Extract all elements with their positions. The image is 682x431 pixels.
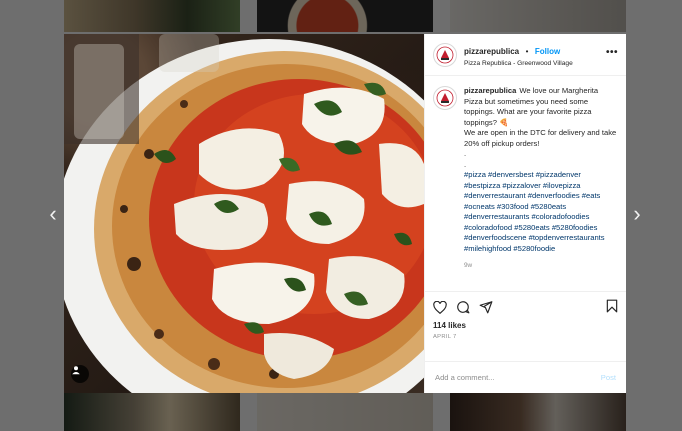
caption-username-link[interactable]: pizzarepublica [464, 86, 516, 95]
grid-thumbnail [450, 393, 626, 431]
post-sidebar: pizzarepublica • Follow Pizza Republica … [424, 34, 626, 393]
location-link[interactable]: Pizza Republica - Greenwood Village [464, 60, 573, 68]
comment-input[interactable] [435, 373, 601, 382]
avatar[interactable] [433, 42, 457, 67]
action-bar: 114 likes APRIL 7 [425, 291, 626, 361]
caption: pizzarepublica We love our Margherita Piz… [464, 86, 618, 254]
user-tag-icon[interactable] [71, 365, 89, 383]
bookmark-icon[interactable] [606, 299, 618, 313]
username-link[interactable]: pizzarepublica [464, 47, 519, 56]
grid-thumbnail [257, 0, 433, 32]
follow-button[interactable]: Follow [535, 47, 560, 56]
post-comment-button[interactable]: Post [601, 373, 616, 382]
caption-text: We love our Margherita Pizza but sometim… [464, 86, 617, 169]
share-icon[interactable] [479, 300, 493, 314]
grid-thumbnail [64, 393, 240, 431]
grid-thumbnail [257, 393, 433, 431]
more-options-icon[interactable]: ••• [606, 47, 618, 58]
chevron-left-icon[interactable]: ‹ [45, 203, 61, 225]
grid-thumbnail [64, 0, 240, 32]
post-photo [64, 34, 424, 393]
pizza-republica-logo-icon [436, 89, 454, 107]
post-date: APRIL 7 [433, 334, 457, 340]
separator-dot: • [525, 47, 529, 57]
post-header: pizzarepublica • Follow Pizza Republica … [425, 34, 626, 76]
comment-icon[interactable] [456, 300, 470, 314]
caption-row: pizzarepublica We love our Margherita Piz… [433, 86, 618, 254]
post-modal: pizzarepublica • Follow Pizza Republica … [64, 34, 626, 393]
hashtags[interactable]: #pizza #denversbest #pizzadenver #bestpi… [464, 170, 618, 254]
chevron-right-icon[interactable]: › [629, 203, 645, 225]
pizza-image [64, 34, 424, 393]
grid-thumbnail [450, 0, 626, 32]
avatar[interactable] [433, 86, 457, 110]
pizza-republica-logo-icon [436, 46, 454, 63]
comment-bar: Post [425, 361, 626, 393]
likes-count[interactable]: 114 likes [433, 321, 618, 330]
time-ago: 9w [464, 262, 473, 269]
heart-icon[interactable] [433, 300, 447, 314]
comments-section: pizzarepublica We love our Margherita Piz… [425, 76, 626, 291]
